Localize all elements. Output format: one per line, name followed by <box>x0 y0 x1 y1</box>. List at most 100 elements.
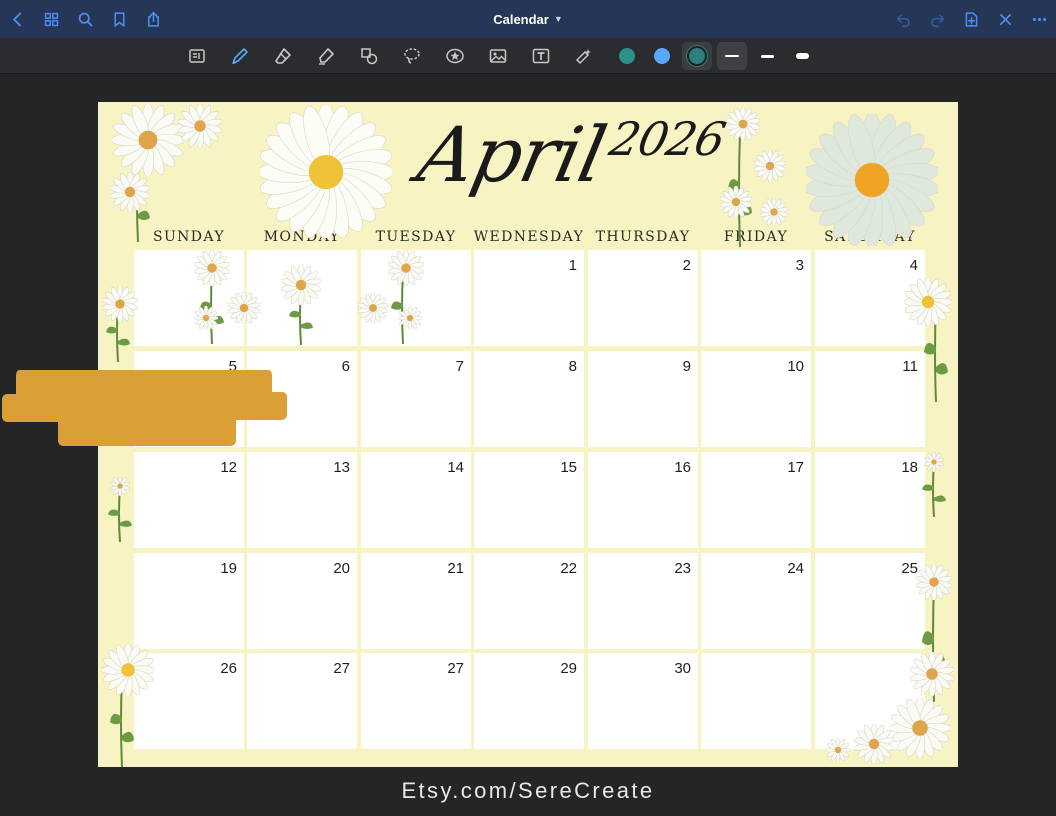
day-cell[interactable]: 14 <box>361 452 471 548</box>
daisy-flower <box>281 265 321 305</box>
day-cell[interactable]: 7 <box>361 351 471 447</box>
day-number: 20 <box>333 560 350 577</box>
daisy-flower <box>806 114 938 246</box>
chevron-down-icon: ▼ <box>553 14 563 24</box>
footer-watermark: Etsy.com/SereCreate <box>401 778 655 803</box>
day-cell[interactable]: 2 <box>588 250 698 346</box>
day-number: 14 <box>447 459 464 476</box>
year-label: 2026 <box>605 112 730 166</box>
daisy-flower <box>194 250 230 286</box>
day-cell[interactable]: 20 <box>247 553 357 649</box>
daisy-flower <box>194 306 218 330</box>
color-dot <box>654 48 670 64</box>
redo-icon[interactable] <box>920 0 954 38</box>
weekday-label: FRIDAY <box>723 229 789 245</box>
day-number: 9 <box>682 358 691 375</box>
color-swatch-blue[interactable] <box>647 42 677 70</box>
day-cell[interactable]: 25 <box>815 553 925 649</box>
document-title-button[interactable]: Calendar ▼ <box>493 12 563 27</box>
back-chevron-icon[interactable] <box>0 0 34 38</box>
day-number: 10 <box>787 358 804 375</box>
pen-icon[interactable] <box>225 42 255 70</box>
day-cell[interactable]: 30 <box>588 653 698 749</box>
stroke-preview <box>725 55 739 57</box>
month-name: April <box>410 110 613 199</box>
day-cell[interactable]: 21 <box>361 553 471 649</box>
highlighter-annotation[interactable] <box>0 366 290 450</box>
laser-pointer-icon[interactable] <box>569 42 599 70</box>
day-cell[interactable]: 19 <box>134 553 244 649</box>
stroke-width-thick[interactable] <box>787 42 817 70</box>
day-number: 24 <box>787 560 804 577</box>
day-cell[interactable]: 16 <box>588 452 698 548</box>
drawing-toolbar <box>0 38 1056 74</box>
grid-icon[interactable] <box>34 0 68 38</box>
day-cell[interactable]: 22 <box>474 553 584 649</box>
image-icon[interactable] <box>483 42 513 70</box>
search-icon[interactable] <box>68 0 102 38</box>
day-cell[interactable]: 12 <box>134 452 244 548</box>
day-cell[interactable]: 23 <box>588 553 698 649</box>
day-number: 21 <box>447 560 464 577</box>
daisy-flower <box>398 306 422 330</box>
stroke-preview <box>795 53 809 59</box>
day-cell[interactable]: 27 <box>361 653 471 749</box>
color-dot <box>689 48 705 64</box>
day-cell[interactable]: 13 <box>247 452 357 548</box>
day-cell[interactable]: 18 <box>815 452 925 548</box>
daisy-flower <box>924 452 944 472</box>
weekday-label: THURSDAY <box>595 229 691 245</box>
day-number: 23 <box>674 560 691 577</box>
day-cell[interactable]: 29 <box>474 653 584 749</box>
daisy-flower <box>726 107 760 141</box>
day-number: 19 <box>220 560 237 577</box>
sticker-icon[interactable] <box>440 42 470 70</box>
highlighter-icon[interactable] <box>311 42 341 70</box>
day-number: 2 <box>682 257 691 274</box>
daisy-flower <box>110 172 150 212</box>
stroke-width-medium[interactable] <box>752 42 782 70</box>
day-cell[interactable]: 17 <box>701 452 811 548</box>
day-number: 1 <box>568 257 577 274</box>
close-icon[interactable] <box>988 0 1022 38</box>
text-icon[interactable] <box>526 42 556 70</box>
reader-icon[interactable] <box>182 42 212 70</box>
stroke-width-thin[interactable] <box>717 42 747 70</box>
day-number: 22 <box>560 560 577 577</box>
day-cell[interactable]: 24 <box>701 553 811 649</box>
daisy-flower <box>890 698 950 758</box>
day-cell[interactable]: 8 <box>474 351 584 447</box>
daisy-flower <box>112 104 184 176</box>
day-number: 6 <box>341 358 350 375</box>
daisy-flower <box>110 476 130 496</box>
shapes-icon[interactable] <box>354 42 384 70</box>
day-number: 15 <box>560 459 577 476</box>
color-swatch-teal[interactable] <box>612 42 642 70</box>
day-number: 29 <box>560 660 577 677</box>
add-page-icon[interactable] <box>954 0 988 38</box>
eraser-icon[interactable] <box>268 42 298 70</box>
day-number: 30 <box>674 660 691 677</box>
lasso-icon[interactable] <box>397 42 427 70</box>
day-cell[interactable]: 9 <box>588 351 698 447</box>
day-number: 8 <box>568 358 577 375</box>
day-cell[interactable]: 15 <box>474 452 584 548</box>
day-cell[interactable]: 3 <box>701 250 811 346</box>
share-icon[interactable] <box>136 0 170 38</box>
day-number: 17 <box>787 459 804 476</box>
day-cell[interactable]: 10 <box>701 351 811 447</box>
day-number: 3 <box>795 257 804 274</box>
day-cell[interactable]: 11 <box>815 351 925 447</box>
daisy-flower <box>102 286 138 322</box>
document-title: Calendar <box>493 11 549 27</box>
tool-group <box>182 38 822 74</box>
day-cell[interactable]: 1 <box>474 250 584 346</box>
daisy-flower <box>754 150 786 182</box>
daisy-flower <box>720 186 752 218</box>
undo-icon[interactable] <box>886 0 920 38</box>
bookmark-icon[interactable] <box>102 0 136 38</box>
day-cell[interactable]: 27 <box>247 653 357 749</box>
color-swatch-selected[interactable] <box>682 42 712 70</box>
more-icon[interactable] <box>1022 0 1056 38</box>
day-cell[interactable] <box>701 653 811 749</box>
